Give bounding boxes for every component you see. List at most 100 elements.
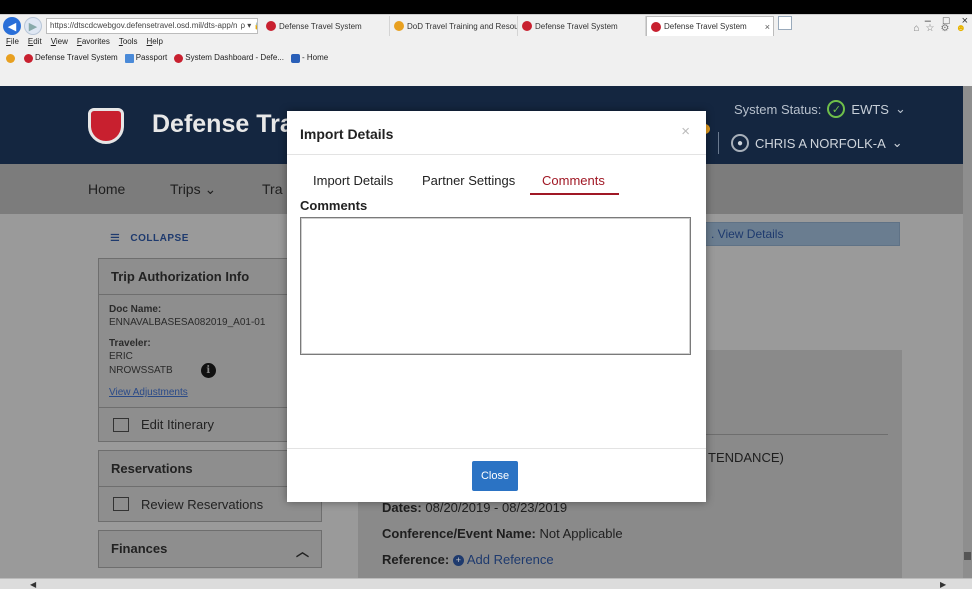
traveler-first: ERIC <box>109 351 133 362</box>
favorites-star-icon <box>6 53 17 63</box>
browser-tab-label: Defense Travel System <box>279 21 362 31</box>
modal-tabs: Import Details Partner Settings Comments <box>287 173 706 197</box>
conference-value: Not Applicable <box>539 526 623 541</box>
comments-textarea[interactable] <box>300 217 691 355</box>
browser-tab[interactable]: Defense Travel System <box>262 16 390 36</box>
doc-name-value: ENNAVALBASESA082019_A01-01 <box>109 317 266 328</box>
dts-favicon-icon <box>522 21 532 31</box>
address-controls-icon: ρ ▾ 🔒 ↻ <box>240 21 257 30</box>
page-favicon-icon <box>291 53 300 63</box>
menu-file[interactable]: File <box>6 37 19 51</box>
user-menu[interactable]: ● CHRIS A NORFOLK-A ⌄ <box>718 132 903 154</box>
browser-chrome: ◀ ▶ https://dtscdcwebgov.defensetravel.o… <box>0 14 972 86</box>
modal-header: Import Details × <box>287 111 706 155</box>
tab-close-icon[interactable]: × <box>765 22 770 32</box>
favorite-link[interactable]: Passport <box>124 53 167 63</box>
dates-label: Dates: <box>382 500 422 515</box>
address-bar[interactable]: https://dtscdcwebgov.defensetravel.osd.m… <box>46 18 258 34</box>
forward-button[interactable]: ▶ <box>24 17 42 35</box>
browser-tab-row: ◀ ▶ https://dtscdcwebgov.defensetravel.o… <box>0 15 972 37</box>
alert-banner[interactable]: . View Details <box>704 222 900 246</box>
menu-view[interactable]: View <box>51 37 68 51</box>
scroll-thumb[interactable] <box>964 552 971 560</box>
menu-tools[interactable]: Tools <box>119 37 138 51</box>
user-name: CHRIS A NORFOLK-A <box>755 135 886 151</box>
star-favicon-icon <box>394 21 404 31</box>
system-status[interactable]: System Status: ✓ EWTS ⌄ <box>734 100 906 118</box>
favorites-star-icon[interactable]: ☆ <box>926 23 935 34</box>
scroll-right-arrow-icon[interactable]: ▶ <box>940 579 946 589</box>
browser-tab[interactable]: DoD Travel Training and Resou... <box>390 16 518 36</box>
browser-tab-label: Defense Travel System <box>535 21 618 31</box>
chevron-down-icon: ⌄ <box>894 101 906 116</box>
traveler-label: Traveler: <box>109 338 151 349</box>
divider <box>718 132 719 154</box>
document-check-icon <box>113 497 129 511</box>
tab-comments[interactable]: Comments <box>530 173 619 195</box>
new-tab-button[interactable] <box>778 16 792 30</box>
traveler-last-row: NROWSSATB i <box>109 363 311 378</box>
nav-home[interactable]: Home <box>88 181 125 197</box>
dates-line: Dates: 08/20/2019 - 08/23/2019 <box>382 500 567 515</box>
toolbar-icons: ⌂ ☆ ⚙ ☻ <box>913 23 966 34</box>
dates-value: 08/20/2019 - 08/23/2019 <box>425 500 568 515</box>
browser-tab-label: Defense Travel System <box>664 22 747 31</box>
close-icon[interactable]: × <box>681 123 690 140</box>
browser-tab-label: DoD Travel Training and Resou... <box>407 21 518 31</box>
favorites-bar: Defense Travel System Passport System Da… <box>0 51 328 65</box>
view-details-link[interactable]: . View Details <box>711 227 783 241</box>
nav-travel[interactable]: Tra <box>262 181 282 197</box>
tab-partner-settings[interactable]: Partner Settings <box>422 173 515 188</box>
chevron-down-icon: ⌄ <box>891 135 903 150</box>
dts-favicon-icon <box>266 21 276 31</box>
horizontal-scrollbar[interactable]: ◀ ▶ <box>0 578 972 589</box>
panel-heading: Finances <box>111 541 168 556</box>
system-status-label: System Status: <box>734 101 822 117</box>
edit-itinerary-label: Edit Itinerary <box>141 417 214 432</box>
reference-label: Reference: <box>382 552 450 567</box>
favorite-link[interactable]: Defense Travel System <box>24 53 118 63</box>
info-icon[interactable]: i <box>200 363 216 378</box>
review-reservations-label: Review Reservations <box>141 496 264 512</box>
reference-line: Reference: + Add Reference <box>382 552 554 567</box>
scroll-left-arrow-icon[interactable]: ◀ <box>30 579 36 589</box>
conference-line: Conference/Event Name: Not Applicable <box>382 526 623 541</box>
chevron-up-icon: ︿ <box>295 544 309 559</box>
user-avatar-icon: ● <box>731 134 749 152</box>
divider <box>698 434 888 435</box>
favorite-link[interactable]: System Dashboard - Defe... <box>174 53 284 63</box>
comments-label: Comments <box>300 198 368 213</box>
view-adjustments-link[interactable]: View Adjustments <box>109 386 311 399</box>
traveler-last: NROWSSATB <box>109 365 173 376</box>
app-title: Defense Tra <box>152 110 294 138</box>
finances-heading-row: Finances ︿ <box>99 531 321 567</box>
tab-import-details[interactable]: Import Details <box>313 173 393 188</box>
close-button[interactable]: Close <box>472 461 518 491</box>
address-url: https://dtscdcwebgov.defensetravel.osd.m… <box>50 21 238 30</box>
modal-footer: Close <box>287 448 706 502</box>
add-reference-link[interactable]: + Add Reference <box>452 552 554 567</box>
system-status-value: EWTS <box>851 101 889 117</box>
plus-circle-icon: + <box>452 555 464 567</box>
menu-help[interactable]: Help <box>147 37 163 51</box>
browser-tab-active[interactable]: Defense Travel System × <box>646 16 774 36</box>
settings-gear-icon[interactable]: ⚙ <box>941 23 950 34</box>
menu-favorites[interactable]: Favorites <box>77 37 110 51</box>
import-details-modal: Import Details × Import Details Partner … <box>287 111 706 502</box>
browser-tab[interactable]: Defense Travel System <box>518 16 646 36</box>
feedback-smiley-icon[interactable]: ☻ <box>955 23 966 34</box>
map-icon <box>113 417 129 432</box>
collapse-label: COLLAPSE <box>130 232 189 244</box>
dts-favicon-icon <box>651 21 661 32</box>
vertical-scrollbar[interactable] <box>963 86 972 578</box>
finances-panel[interactable]: Finances ︿ <box>98 530 322 568</box>
passport-favicon-icon <box>124 53 134 63</box>
conference-label: Conference/Event Name: <box>382 526 536 541</box>
nav-trips[interactable]: Trips ⌄ <box>170 181 216 198</box>
collapse-menu-icon: ≡ <box>110 228 121 247</box>
menu-edit[interactable]: Edit <box>28 37 42 51</box>
back-button[interactable]: ◀ <box>3 17 21 35</box>
home-icon[interactable]: ⌂ <box>913 23 919 34</box>
check-circle-icon: ✓ <box>827 100 846 118</box>
favorite-link[interactable]: - Home <box>291 53 328 63</box>
